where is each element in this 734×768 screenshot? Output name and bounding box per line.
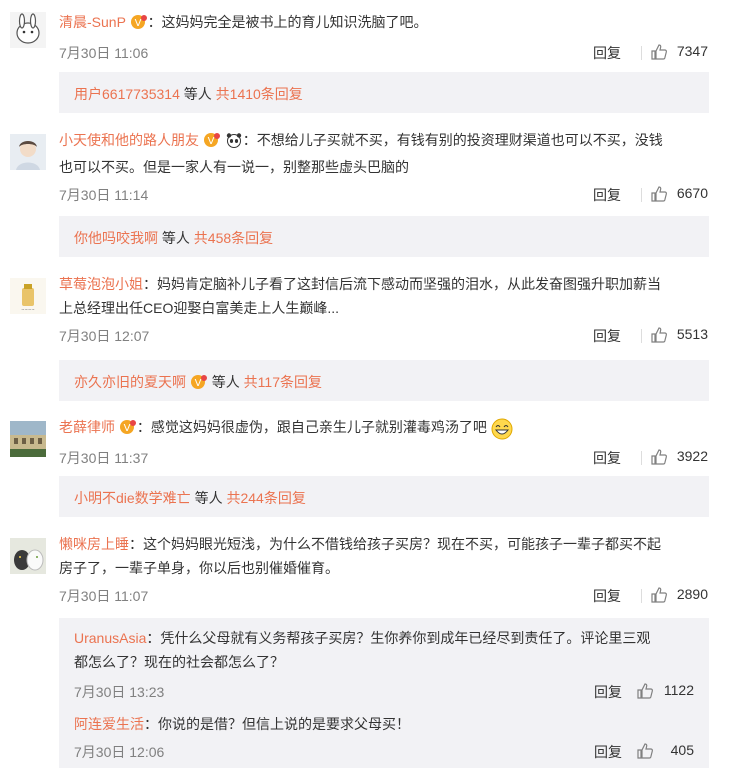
comment-text: 小天使和他的路人朋友 V ：不想给儿子买就不买，有钱有别的投资理财渠道也可以不买… [59, 131, 663, 175]
replies-summary[interactable]: 用户6617735314 等人 共1410条回复 [59, 72, 709, 113]
like-count: 6670 [676, 185, 708, 201]
comment-time: 7月30日 11:07 [59, 588, 149, 604]
replies-summary[interactable]: 你他吗咬我啊 等人 共458条回复 [59, 216, 709, 257]
comment-text: 懒咪房上睡：这个妈妈眼光短浅，为什么不借钱给孩子买房？现在不买，可能孩子一辈子都… [59, 536, 661, 576]
sub-reply-text: 阿连爱生活：你说的是借？但信上说的是要求父母买！ [74, 716, 410, 732]
avatar[interactable] [10, 538, 46, 574]
divider [641, 589, 642, 603]
comment-text: 老薛律师 V ：感觉这妈妈很虚伪，跟自己亲生儿子就别灌毒鸡汤了吧 [59, 415, 708, 442]
like-count: 2890 [676, 586, 708, 602]
comment-time: 7月30日 11:37 [59, 450, 149, 466]
thumbs-up-icon[interactable] [650, 43, 668, 64]
username-link[interactable]: 懒咪房上睡 [59, 536, 129, 552]
comment-text: 清晨-SunP V ：这妈妈完全是被书上的育儿知识洗脑了吧。 [59, 10, 708, 37]
thumbs-up-icon[interactable] [650, 185, 668, 206]
divider [641, 46, 642, 60]
username-link[interactable]: 草莓泡泡小姐 [59, 276, 143, 292]
vip-badge-icon: V [190, 374, 208, 393]
replies-summary[interactable]: 小明不die数学难亡 等人 共244条回复 [59, 476, 709, 517]
reply-button[interactable]: 回复 [593, 586, 621, 606]
reply-button[interactable]: 回复 [593, 326, 621, 346]
comment-time: 7月30日 13:23 [74, 684, 165, 700]
svg-text:V: V [123, 423, 130, 434]
vip-badge-icon: V [130, 13, 148, 37]
avatar[interactable] [10, 421, 46, 457]
sub-reply-text: UranusAsia：凭什么父母就有义务帮孩子买房？生你养你到成年已经尽到责任了… [74, 630, 651, 670]
svg-text:V: V [194, 378, 201, 389]
avatar[interactable]: ~~~~ [10, 278, 46, 314]
username-link[interactable]: 小天使和他的路人朋友 [59, 132, 199, 148]
comment-time: 7月30日 12:07 [59, 328, 150, 344]
svg-text:V: V [134, 18, 141, 29]
username-link[interactable]: UranusAsia [74, 630, 146, 646]
like-count: 5513 [676, 326, 708, 342]
reply-user-link[interactable]: 小明不die数学难亡 [74, 490, 191, 506]
divider [641, 188, 642, 202]
view-replies-link[interactable]: 共458条回复 [194, 230, 273, 246]
reply-button[interactable]: 回复 [593, 43, 621, 63]
comment-time: 7月30日 12:06 [74, 744, 165, 760]
thumbs-up-icon[interactable] [650, 448, 668, 469]
reply-button[interactable]: 回复 [594, 682, 622, 702]
reply-button[interactable]: 回复 [593, 448, 621, 468]
divider [641, 451, 642, 465]
thumbs-up-icon[interactable] [636, 682, 654, 703]
panda-icon [225, 131, 243, 155]
thumbs-up-icon[interactable] [650, 586, 668, 607]
reply-button[interactable]: 回复 [593, 185, 621, 205]
comment-time: 7月30日 11:06 [59, 45, 149, 61]
like-count: 3922 [676, 448, 708, 464]
like-count: 405 [670, 742, 694, 758]
sub-replies-box: UranusAsia：凭什么父母就有义务帮孩子买房？生你养你到成年已经尽到责任了… [59, 618, 709, 768]
vip-badge-icon: V [203, 131, 221, 155]
comment-text: 草莓泡泡小姐：妈妈肯定脑补儿子看了这封信后流下感动而坚强的泪水，从此发奋图强升职… [59, 276, 661, 316]
reply-user-link[interactable]: 用户6617735314 [74, 86, 180, 102]
divider [641, 329, 642, 343]
svg-text:~~~~: ~~~~ [21, 307, 34, 312]
reply-button[interactable]: 回复 [594, 742, 622, 762]
view-replies-link[interactable]: 共1410条回复 [216, 86, 303, 102]
vip-badge-icon: V [119, 418, 137, 442]
thumbs-up-icon[interactable] [650, 326, 668, 347]
view-replies-link[interactable]: 共244条回复 [226, 490, 305, 506]
replies-summary[interactable]: 亦久亦旧的夏天啊 V 等人 共117条回复 [59, 360, 709, 401]
username-link[interactable]: 阿连爱生活 [74, 716, 144, 732]
username-link[interactable]: 清晨-SunP [59, 14, 126, 30]
avatar[interactable] [10, 134, 46, 170]
avatar[interactable] [10, 12, 46, 48]
reply-user-link[interactable]: 亦久亦旧的夏天啊 [74, 374, 186, 390]
comment-time: 7月30日 11:14 [59, 187, 149, 203]
like-count: 1122 [663, 682, 694, 698]
like-count: 7347 [676, 43, 708, 59]
grin-emoji-icon [491, 418, 513, 442]
svg-text:V: V [207, 136, 214, 147]
username-link[interactable]: 老薛律师 [59, 419, 115, 435]
reply-user-link[interactable]: 你他吗咬我啊 [74, 230, 158, 246]
view-replies-link[interactable]: 共117条回复 [244, 374, 322, 390]
